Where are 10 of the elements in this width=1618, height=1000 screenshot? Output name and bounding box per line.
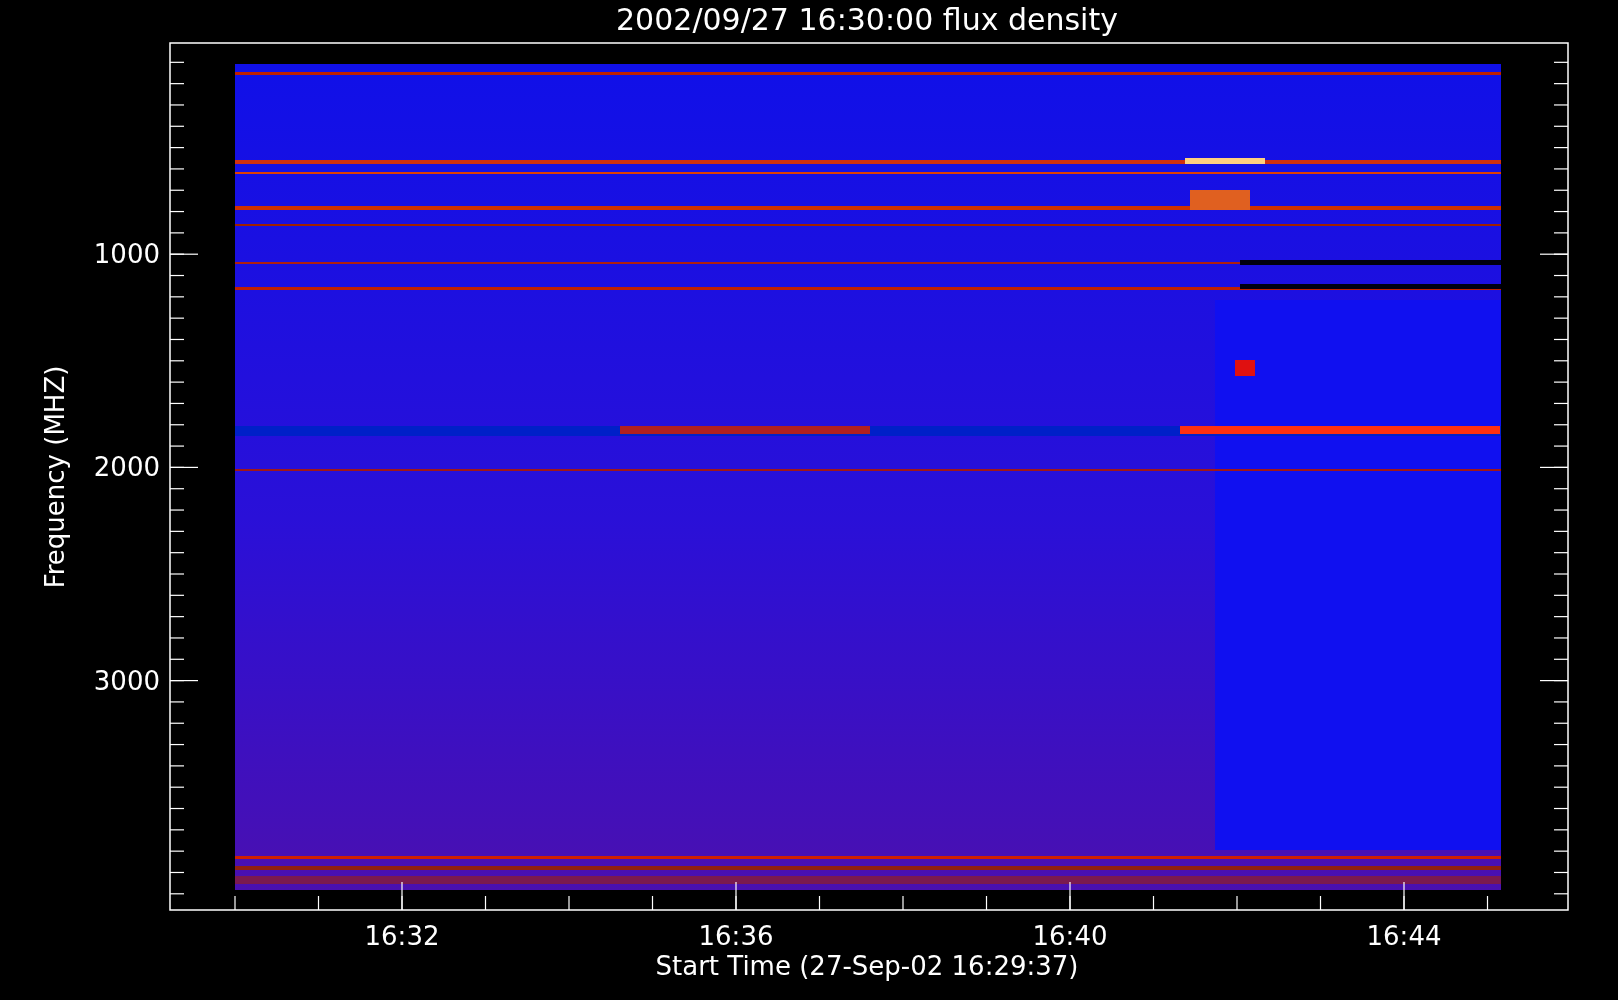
y-tick-label: 2000 [93, 452, 160, 483]
plot-title: 2002/09/27 16:30:00 flux density [616, 2, 1118, 37]
x-tick-label: 16:32 [364, 921, 440, 951]
x-tick-label: 16:44 [1366, 921, 1442, 951]
x-tick-label: 16:40 [1032, 921, 1108, 951]
y-axis-label: Frequency (MHZ) [40, 365, 70, 589]
y-tick-label: 1000 [93, 239, 160, 270]
y-tick-label: 3000 [93, 665, 160, 696]
x-axis-label: Start Time (27-Sep-02 16:29:37) [655, 951, 1079, 981]
x-tick-label: 16:36 [698, 921, 774, 951]
